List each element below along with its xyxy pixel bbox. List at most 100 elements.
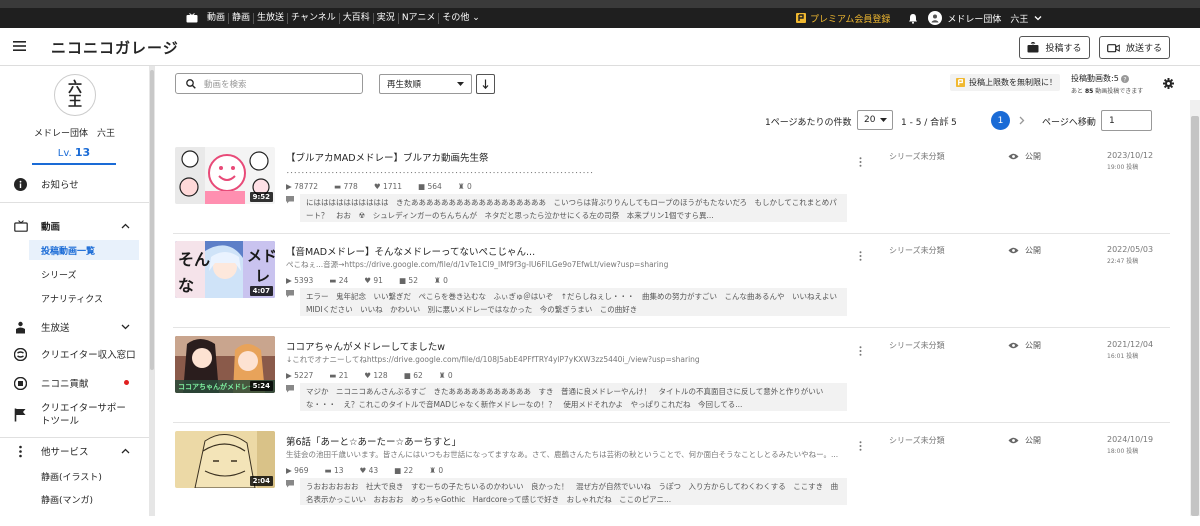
video-tv-icon xyxy=(14,220,28,232)
comment-count-value: 21 xyxy=(338,371,349,380)
nav-link-jikkyo[interactable]: 実況 xyxy=(372,12,398,24)
latest-comments: にはははははははははは きたああああああああああああああああああ こいつらは背ぶ… xyxy=(300,194,847,222)
chevron-right-icon[interactable] xyxy=(1019,116,1025,125)
ad-count-value: 0 xyxy=(466,182,472,191)
sidebar-subitem-analytics[interactable]: アナリティクス xyxy=(29,288,139,308)
more-options-icon[interactable] xyxy=(859,346,862,356)
help-icon[interactable]: ? xyxy=(1121,74,1130,83)
video-title[interactable]: 【ブルアカMADメドレー】ブルアカ動画先生祭 xyxy=(286,150,846,164)
upload-tv-icon xyxy=(1027,42,1039,53)
chevron-down-icon[interactable] xyxy=(1034,15,1042,21)
camera-icon xyxy=(1107,43,1120,53)
chevron-up-icon[interactable] xyxy=(121,223,130,229)
visibility-status[interactable]: 公開 xyxy=(1008,340,1041,351)
chevron-left-icon[interactable] xyxy=(943,116,949,125)
profile-name[interactable]: メドレー団体 六王 xyxy=(0,126,149,139)
visibility-status[interactable]: 公開 xyxy=(1008,245,1041,256)
sidebar-item-label: お知らせ xyxy=(41,180,79,191)
chevron-up-icon[interactable] xyxy=(121,448,130,454)
sidebar-scrollbar-thumb[interactable] xyxy=(150,70,154,370)
visibility-status[interactable]: 公開 xyxy=(1008,151,1041,162)
mylist-count-value: 564 xyxy=(427,182,442,191)
nav-link-seiga[interactable]: 静画 xyxy=(228,12,253,24)
visibility-label: 公開 xyxy=(1025,436,1041,445)
sidebar-item-other-services[interactable]: 他サービス xyxy=(0,443,149,459)
more-options-icon[interactable] xyxy=(859,157,862,167)
video-thumbnail[interactable]: 9:52 xyxy=(175,147,275,204)
sidebar-item-notice[interactable]: お知らせ xyxy=(0,176,149,192)
video-stats: ▶ 5227 ▬ 21 ♥ 128 ■ 62 ♜ 0 xyxy=(286,371,469,380)
video-thumbnail[interactable]: 2:04 xyxy=(175,431,275,488)
more-options-icon[interactable] xyxy=(859,251,862,261)
search-input[interactable]: 動画を検索 xyxy=(204,78,247,90)
perpage-select[interactable]: 20 xyxy=(857,110,893,130)
premium-link[interactable]: プレミアム会員登録 xyxy=(796,12,890,25)
video-title[interactable]: ココアちゃんがメドレーしてましたw xyxy=(286,339,846,353)
sidebar-item-creator-support[interactable]: クリエイターサポートツール xyxy=(0,402,149,428)
user-name[interactable]: メドレー団体 六王 xyxy=(947,12,1028,25)
nav-link-nanime[interactable]: Nアニメ xyxy=(397,12,439,24)
series-label[interactable]: シリーズ未分類 xyxy=(889,151,945,162)
visibility-status[interactable]: 公開 xyxy=(1008,435,1041,446)
quota-label: 投稿動画数:5 xyxy=(1071,74,1119,83)
video-description: ぺこねぇ...音源→https://drive.google.com/file/… xyxy=(286,260,669,269)
sidebar-item-video[interactable]: 動画 xyxy=(0,218,149,234)
nav-link-dic[interactable]: 大百科 xyxy=(338,12,373,24)
sidebar-item-label: ニコニ貢献 xyxy=(41,379,89,390)
ad-count: ♜ 0 xyxy=(433,276,448,285)
series-label[interactable]: シリーズ未分類 xyxy=(889,435,945,446)
garage-header: ニコニコガレージ 投稿する 放送する xyxy=(0,28,1200,66)
video-duration: 5:24 xyxy=(249,381,273,391)
main-scrollbar-thumb[interactable] xyxy=(1191,116,1199,516)
profile-avatar[interactable]: 六 王 xyxy=(54,74,96,116)
sidebar-subitem-seiga-illust[interactable]: 静画(イラスト) xyxy=(29,466,139,486)
garage-logo[interactable]: ニコニコガレージ xyxy=(51,37,179,58)
post-video-button[interactable]: 投稿する xyxy=(1019,36,1090,59)
video-search[interactable]: 動画を検索 xyxy=(175,73,363,94)
sidebar-subitem-series[interactable]: シリーズ xyxy=(29,264,139,284)
play-count: ▶ 5393 xyxy=(286,276,314,285)
row-divider xyxy=(173,233,1170,234)
comment-count-value: 13 xyxy=(333,466,344,475)
nav-link-live[interactable]: 生放送 xyxy=(253,12,287,24)
post-time: 16:01 投稿 xyxy=(1107,353,1139,360)
nav-link-video[interactable]: 動画 xyxy=(204,13,228,24)
video-thumbnail[interactable]: そん な メド レ 4:07 xyxy=(175,241,275,298)
eye-icon xyxy=(1008,153,1019,160)
nav-link-other[interactable]: その他 ⌄ xyxy=(438,12,482,24)
sidebar-item-niconico-contrib[interactable]: ニコニ貢献 xyxy=(0,375,149,391)
start-broadcast-button[interactable]: 放送する xyxy=(1099,36,1170,59)
level-prefix: Lv. xyxy=(57,148,72,159)
mylist-count: ■ 564 xyxy=(418,182,442,191)
sidebar-subitem-uploaded-videos[interactable]: 投稿動画一覧 xyxy=(29,240,139,260)
chevron-down-icon[interactable] xyxy=(121,324,130,330)
video-thumbnail[interactable]: ココアちゃんがメドレー 5:24 xyxy=(175,336,275,393)
series-label[interactable]: シリーズ未分類 xyxy=(889,245,945,256)
sidebar-item-live[interactable]: 生放送 xyxy=(0,319,149,335)
tv-icon[interactable] xyxy=(186,13,198,23)
info-icon xyxy=(14,177,27,191)
page-button-current[interactable]: 1 xyxy=(991,111,1010,130)
perpage-label: 1ページあたりの件数 xyxy=(765,117,852,128)
goto-page-input[interactable]: 1 xyxy=(1101,110,1152,131)
mylist-count-value: 52 xyxy=(408,276,418,285)
sort-select[interactable]: 再生数順 xyxy=(379,74,472,94)
more-options-icon[interactable] xyxy=(859,441,862,451)
video-title[interactable]: 第6話「あーと☆あーたー☆あーちすと」 xyxy=(286,434,846,448)
sidebar-subitem-seiga-manga[interactable]: 静画(マンガ) xyxy=(29,489,139,509)
user-avatar-small[interactable] xyxy=(928,11,943,25)
sort-direction-button[interactable] xyxy=(476,74,495,94)
video-stats: ▶ 5393 ▬ 24 ♥ 91 ■ 52 ♜ 0 xyxy=(286,276,464,285)
flag-icon xyxy=(14,408,27,422)
bell-icon[interactable] xyxy=(908,13,918,24)
gear-icon[interactable] xyxy=(1163,78,1174,89)
svg-text:そん: そん xyxy=(178,250,210,269)
comment-count: ▬ 24 xyxy=(329,276,349,285)
video-row: 2:04 第6話「あーと☆あーたー☆あーちすと」 生徒会の池田千歳いいます。皆さ… xyxy=(175,431,1170,526)
nav-link-channel[interactable]: チャンネル xyxy=(287,12,339,24)
hamburger-menu-icon[interactable] xyxy=(13,41,26,51)
video-title[interactable]: 【音MADメドレー】そんなメドレーってないぺこじゃん... xyxy=(286,244,846,258)
upload-limit-banner[interactable]: 投稿上限数を無制限に！ xyxy=(950,74,1060,91)
sidebar-item-creator-income[interactable]: クリエイター収入窓口 xyxy=(0,346,149,362)
series-label[interactable]: シリーズ未分類 xyxy=(889,340,945,351)
